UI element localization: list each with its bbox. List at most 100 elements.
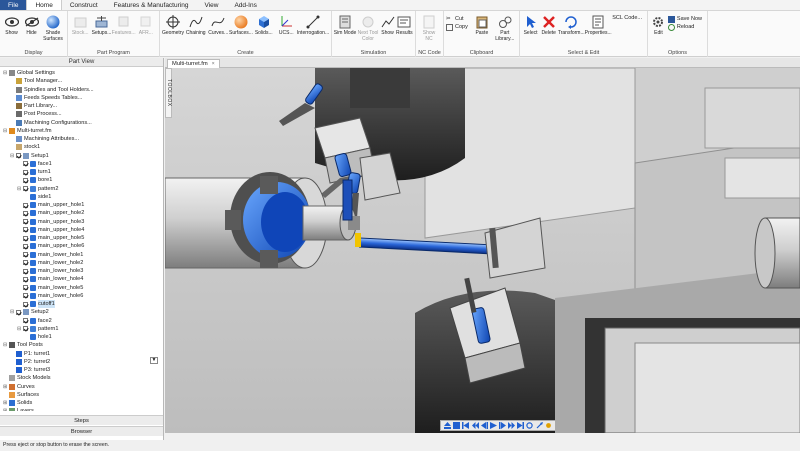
- tree-checkbox[interactable]: [23, 276, 28, 282]
- menu-tab-home[interactable]: Home: [26, 0, 62, 10]
- tree-item[interactable]: stock1: [10, 143, 40, 151]
- tree-item[interactable]: main_upper_hole6: [17, 242, 84, 250]
- reload-button[interactable]: Reload: [667, 23, 702, 31]
- tree-checkbox[interactable]: [23, 243, 28, 249]
- step-forward-icon[interactable]: [499, 422, 507, 429]
- tree-item[interactable]: main_lower_hole3: [17, 267, 83, 275]
- ribbon-group-clipboard: ✂ Cut Copy Paste Part Library... Clipboar…: [444, 11, 520, 57]
- document-tab[interactable]: Multi-turret.fm ×: [167, 59, 220, 68]
- menu-tab-add-ins[interactable]: Add-Ins: [226, 0, 264, 10]
- tree-item[interactable]: P3: turret3: [10, 366, 50, 374]
- tree-checkbox[interactable]: [23, 326, 28, 332]
- rewind-icon[interactable]: [471, 422, 479, 429]
- tree-item[interactable]: ⊞ Solids: [3, 399, 32, 407]
- tree-checkbox[interactable]: [23, 268, 28, 274]
- tree-item[interactable]: face1: [17, 160, 52, 168]
- close-icon[interactable]: ×: [212, 60, 215, 68]
- tree-checkbox[interactable]: [23, 227, 28, 233]
- tree-checkbox[interactable]: [23, 301, 28, 307]
- tree-item[interactable]: main_lower_hole6: [17, 292, 83, 300]
- menu-tab-features-manufacturing[interactable]: Features & Manufacturing: [106, 0, 197, 10]
- 3d-viewport[interactable]: [165, 68, 800, 433]
- curves-icon: [211, 14, 226, 29]
- scl-code-button[interactable]: SCL Code...: [612, 14, 642, 22]
- tree-item[interactable]: hole1: [24, 333, 52, 341]
- tree-item[interactable]: ⊟ pattern1: [17, 325, 59, 333]
- menu-tab-file[interactable]: File: [0, 0, 27, 10]
- scroll-down-arrow-icon[interactable]: ▼: [150, 357, 158, 364]
- tree-item[interactable]: ⊟ Global Settings: [3, 69, 55, 77]
- tree-item[interactable]: main_lower_hole4: [17, 275, 83, 283]
- feat-icon: [30, 177, 36, 184]
- loop-icon[interactable]: [526, 422, 534, 429]
- tree-checkbox[interactable]: [23, 293, 28, 299]
- browser-tab[interactable]: Browser: [0, 426, 163, 436]
- tree-item[interactable]: Part Library...: [10, 102, 57, 110]
- eject-icon[interactable]: [444, 422, 452, 429]
- tree-item[interactable]: Tool Manager...: [10, 77, 62, 85]
- tree-checkbox[interactable]: [23, 186, 28, 192]
- tree-checkbox[interactable]: [16, 309, 21, 315]
- menu-tab-view[interactable]: View: [196, 0, 226, 10]
- copy-button[interactable]: Copy: [446, 23, 468, 31]
- tree-checkbox[interactable]: [16, 153, 21, 159]
- tree-item[interactable]: P2: turret2: [10, 358, 50, 366]
- tree-item[interactable]: cutoff1: [17, 300, 55, 309]
- tree-item[interactable]: face2: [17, 317, 52, 325]
- tree-checkbox[interactable]: [23, 219, 28, 225]
- step-back-icon[interactable]: [480, 422, 488, 429]
- tree-checkbox[interactable]: [23, 235, 28, 241]
- post-icon: [16, 111, 22, 118]
- tree-item[interactable]: main_upper_hole1: [17, 201, 84, 209]
- tree-item[interactable]: main_upper_hole2: [17, 209, 84, 217]
- stop-icon[interactable]: [453, 422, 461, 429]
- tree-checkbox[interactable]: [23, 161, 28, 167]
- tree-item[interactable]: ⊟ Setup2: [10, 308, 49, 316]
- tree-item[interactable]: Machining Configurations...: [10, 119, 92, 127]
- tree-checkbox[interactable]: [23, 285, 28, 291]
- tree-item-label: Part Library...: [24, 103, 58, 109]
- tree-checkbox[interactable]: [23, 202, 28, 208]
- menu-tab-construct[interactable]: Construct: [62, 0, 106, 10]
- tree-item[interactable]: main_lower_hole2: [17, 259, 83, 267]
- tree-item[interactable]: main_upper_hole3: [17, 218, 84, 226]
- tree-checkbox[interactable]: [23, 260, 28, 266]
- tree-item[interactable]: Machining Attributes...: [10, 135, 79, 143]
- tree-item[interactable]: Surfaces: [3, 391, 39, 399]
- tree-item[interactable]: ⊞Layers: [3, 407, 34, 411]
- play-icon[interactable]: [489, 422, 497, 429]
- fast-forward-icon[interactable]: [508, 422, 516, 429]
- tree-item[interactable]: ⊞ Curves: [3, 383, 35, 391]
- tree-item[interactable]: side1: [24, 193, 51, 201]
- tree-item[interactable]: Spindles and Tool Holders...: [10, 86, 94, 94]
- tree-item[interactable]: Post Process...: [10, 110, 62, 118]
- show-label: Show: [5, 30, 18, 36]
- tree-item[interactable]: Feeds Speeds Tables...: [10, 94, 82, 102]
- tree-item[interactable]: bore1: [17, 176, 52, 184]
- tree-item-label: main_lower_hole2: [38, 259, 84, 266]
- tree-item[interactable]: main_upper_hole4: [17, 226, 84, 234]
- tree-checkbox[interactable]: [23, 177, 28, 183]
- tree-item[interactable]: ⊟ Multi-turret.fm: [3, 127, 52, 135]
- tree-checkbox[interactable]: [23, 318, 28, 324]
- settings-icon[interactable]: [545, 422, 552, 429]
- tree-item[interactable]: turn1: [17, 168, 51, 176]
- skip-to-end-icon[interactable]: [517, 422, 525, 429]
- tree-item[interactable]: main_upper_hole5: [17, 234, 84, 242]
- tree-item[interactable]: ⊟ pattern2: [17, 185, 59, 193]
- steps-tab[interactable]: Steps: [0, 415, 163, 425]
- tree-checkbox[interactable]: [23, 210, 28, 216]
- tree-item[interactable]: ⊟ Setup1: [10, 152, 49, 160]
- tree-item[interactable]: main_lower_hole1: [17, 251, 83, 259]
- speed-icon[interactable]: [536, 422, 543, 429]
- cut-button[interactable]: ✂ Cut: [446, 15, 468, 23]
- tree-checkbox[interactable]: [23, 252, 28, 258]
- tree-item[interactable]: P1: turret1: [10, 350, 50, 358]
- tree-checkbox[interactable]: [23, 169, 28, 175]
- tree-item[interactable]: main_lower_hole5: [17, 284, 83, 292]
- skip-to-start-icon[interactable]: [462, 422, 470, 429]
- toolbox-tab[interactable]: TOOLBOX: [165, 68, 172, 118]
- tree-item[interactable]: ⊟ Tool Posts: [3, 341, 43, 349]
- tree-item[interactable]: Stock Models: [3, 374, 51, 382]
- save-now-button[interactable]: Save Now: [667, 15, 702, 23]
